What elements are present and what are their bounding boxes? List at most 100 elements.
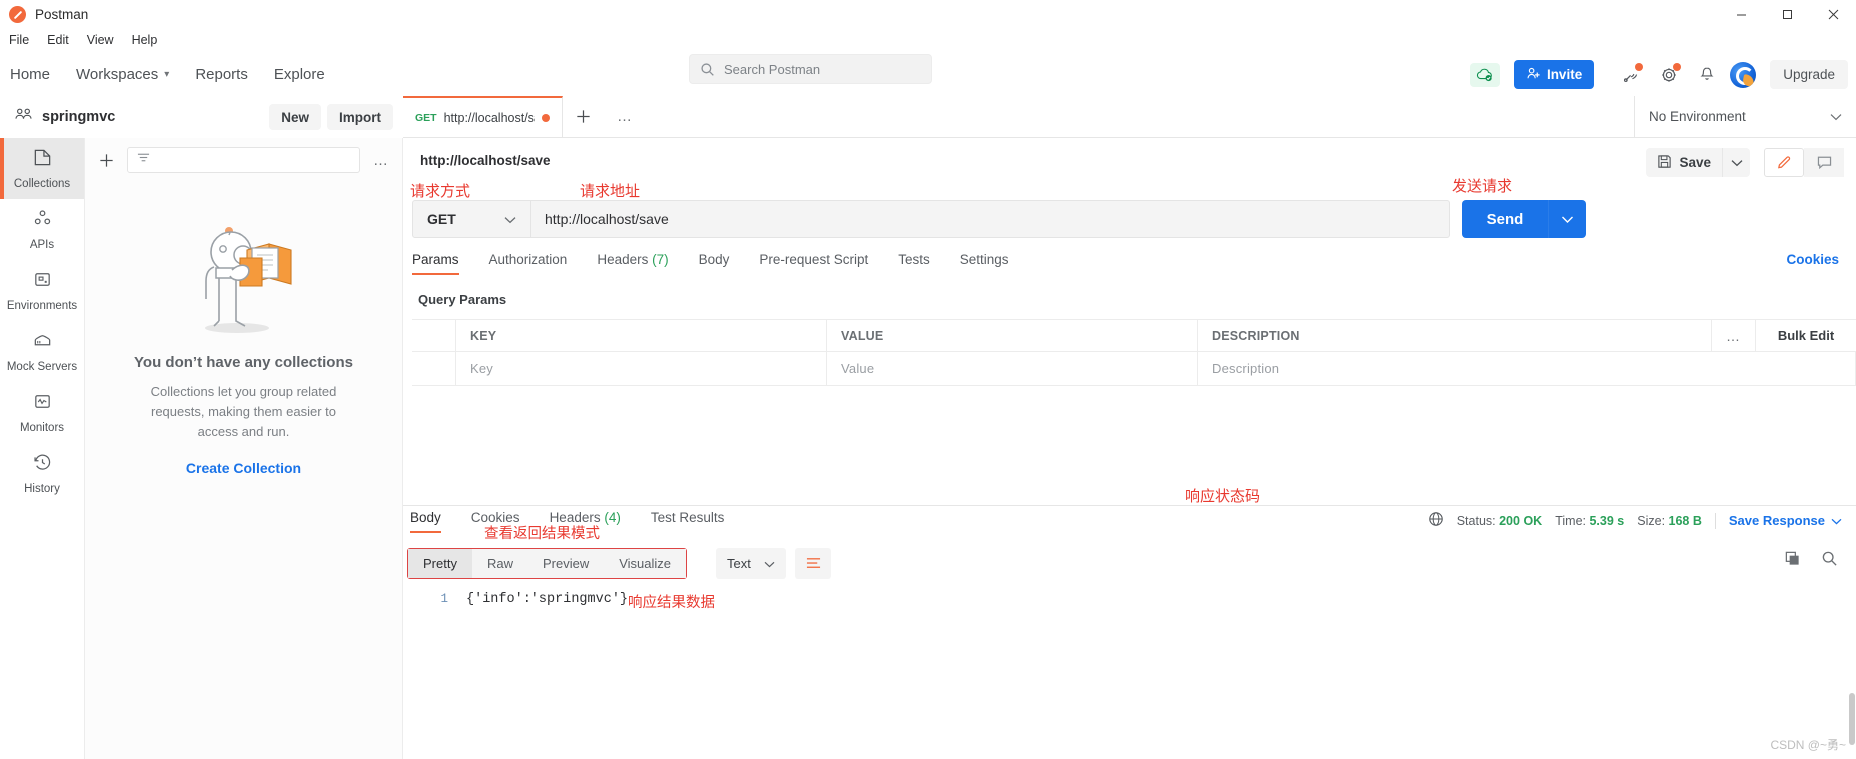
sidebar-item-apis[interactable]: APIs	[0, 199, 84, 260]
copy-icon[interactable]	[1784, 550, 1801, 572]
search-icon[interactable]	[1821, 550, 1838, 572]
annotation-request-method: 请求方式	[410, 184, 471, 200]
sidebar-item-history-label: History	[24, 483, 60, 495]
cookies-link[interactable]: Cookies	[1786, 252, 1839, 267]
tab-body-label: Body	[698, 252, 730, 267]
nav-item-home[interactable]: Home	[10, 66, 50, 83]
menu-item-edit[interactable]: Edit	[47, 31, 79, 49]
sidebar-item-environments[interactable]: Environments	[0, 260, 84, 321]
new-button[interactable]: New	[269, 104, 321, 130]
annotation-request-url: 请求地址	[580, 184, 641, 200]
tab-body[interactable]: Body	[699, 252, 730, 275]
save-options-chevron-down-icon[interactable]	[1722, 148, 1750, 177]
chevron-down-icon	[1830, 109, 1842, 124]
new-tab-button[interactable]	[563, 96, 603, 137]
minimize-icon[interactable]	[1718, 0, 1764, 28]
code-line-number: 1	[440, 592, 448, 606]
http-method-select[interactable]: GET	[413, 201, 531, 237]
bulk-edit-button[interactable]: Bulk Edit	[1756, 320, 1856, 351]
tab-headers-count: (7)	[652, 252, 669, 267]
response-size: Size: 168 B	[1637, 514, 1702, 528]
save-button[interactable]: Save	[1646, 148, 1722, 177]
invite-button[interactable]: Invite	[1513, 60, 1595, 89]
pencil-icon[interactable]	[1764, 148, 1804, 177]
import-button[interactable]: Import	[327, 104, 393, 130]
nav-item-reports[interactable]: Reports	[195, 66, 248, 83]
nav-item-explore[interactable]: Explore	[274, 66, 325, 83]
tab-authorization[interactable]: Authorization	[489, 252, 568, 275]
environment-selector[interactable]: No Environment	[1634, 96, 1856, 137]
user-avatar[interactable]	[1730, 61, 1757, 88]
row-checkbox-cell[interactable]	[412, 352, 456, 385]
response-divider	[403, 505, 1856, 506]
collections-more-icon[interactable]: …	[370, 152, 392, 169]
response-format-value: Text	[727, 556, 751, 571]
tab-params[interactable]: Params	[412, 252, 459, 275]
tab-headers[interactable]: Headers (7)	[597, 252, 668, 275]
sidebar-item-monitors[interactable]: Monitors	[0, 382, 84, 443]
request-tab[interactable]: GET http://localhost/sa...	[403, 96, 563, 137]
response-meta-bar: Status: 200 OK Time: 5.39 s Size: 168 B …	[1428, 511, 1842, 530]
request-url-input[interactable]: http://localhost/save	[531, 201, 1449, 237]
tab-settings[interactable]: Settings	[960, 252, 1009, 275]
filter-input[interactable]	[127, 147, 360, 173]
tab-pre-request-script-label: Pre-request Script	[759, 252, 869, 267]
send-button[interactable]: Send	[1462, 200, 1548, 238]
tab-headers-label: Headers	[597, 252, 649, 267]
satellite-icon[interactable]	[1616, 60, 1646, 90]
send-options-chevron-down-icon[interactable]	[1548, 200, 1586, 238]
maximize-icon[interactable]	[1764, 0, 1810, 28]
view-mode-preview[interactable]: Preview	[527, 549, 605, 578]
gear-icon[interactable]	[1654, 60, 1684, 90]
tab-tests[interactable]: Tests	[898, 252, 930, 275]
http-method-value: GET	[427, 211, 456, 227]
params-more-icon[interactable]: …	[1712, 320, 1756, 351]
sidebar-item-mock-servers[interactable]: Mock Servers	[0, 321, 84, 382]
plus-icon[interactable]	[95, 149, 117, 171]
sidebar-item-collections[interactable]: Collections	[0, 138, 84, 199]
param-value-input[interactable]: Value	[827, 352, 1198, 385]
scrollbar-thumb[interactable]	[1849, 693, 1855, 745]
satellite-badge	[1635, 62, 1644, 71]
empty-collections-title: You don’t have any collections	[134, 354, 353, 371]
response-tab-headers-count: (4)	[604, 510, 621, 525]
menu-item-view[interactable]: View	[87, 31, 124, 49]
word-wrap-icon[interactable]	[795, 548, 831, 579]
param-key-input[interactable]: Key	[456, 352, 827, 385]
save-response-button[interactable]: Save Response	[1729, 513, 1842, 528]
view-mode-raw[interactable]: Raw	[471, 549, 528, 578]
request-tab-url: http://localhost/sa...	[443, 110, 535, 125]
request-name[interactable]: http://localhost/save	[420, 153, 551, 168]
param-description-input[interactable]: Description	[1198, 352, 1856, 385]
nav-item-workspaces[interactable]: Workspaces ▾	[76, 66, 169, 83]
search-input[interactable]: Search Postman	[689, 54, 932, 84]
close-icon[interactable]	[1810, 0, 1856, 28]
nav-item-workspaces-label: Workspaces	[76, 65, 159, 83]
view-mode-pretty[interactable]: Pretty	[408, 549, 472, 578]
cloud-sync-ok-icon[interactable]	[1469, 62, 1500, 87]
comment-icon[interactable]	[1804, 148, 1844, 177]
menu-item-file[interactable]: File	[9, 31, 39, 49]
create-collection-link[interactable]: Create Collection	[85, 460, 402, 476]
tab-params-label: Params	[412, 252, 459, 267]
apis-icon	[32, 208, 53, 234]
tab-options-icon[interactable]: …	[603, 96, 647, 137]
response-tab-body[interactable]: Body	[410, 510, 441, 533]
collections-icon	[32, 147, 53, 173]
view-mode-visualize[interactable]: Visualize	[604, 549, 687, 578]
nav-item-reports-label: Reports	[195, 65, 248, 83]
menu-item-help[interactable]: Help	[132, 31, 168, 49]
bell-icon[interactable]	[1692, 60, 1722, 90]
upgrade-button[interactable]: Upgrade	[1770, 60, 1848, 89]
sidebar-item-history[interactable]: History	[0, 443, 84, 504]
response-format-select[interactable]: Text	[716, 548, 786, 579]
chevron-down-icon: ▾	[164, 68, 170, 80]
response-body-code[interactable]: 1 {'info':'springmvc'}	[412, 588, 1856, 759]
response-tab-test-results[interactable]: Test Results	[651, 510, 725, 533]
sidebar-item-environments-label: Environments	[6, 300, 78, 312]
sidebar-item-collections-label: Collections	[13, 178, 71, 190]
workspace-actions: New Import	[269, 104, 393, 130]
select-all-checkbox-cell[interactable]	[412, 320, 456, 351]
person-with-boxes-illustration	[85, 204, 402, 336]
tab-pre-request-script[interactable]: Pre-request Script	[759, 252, 868, 275]
